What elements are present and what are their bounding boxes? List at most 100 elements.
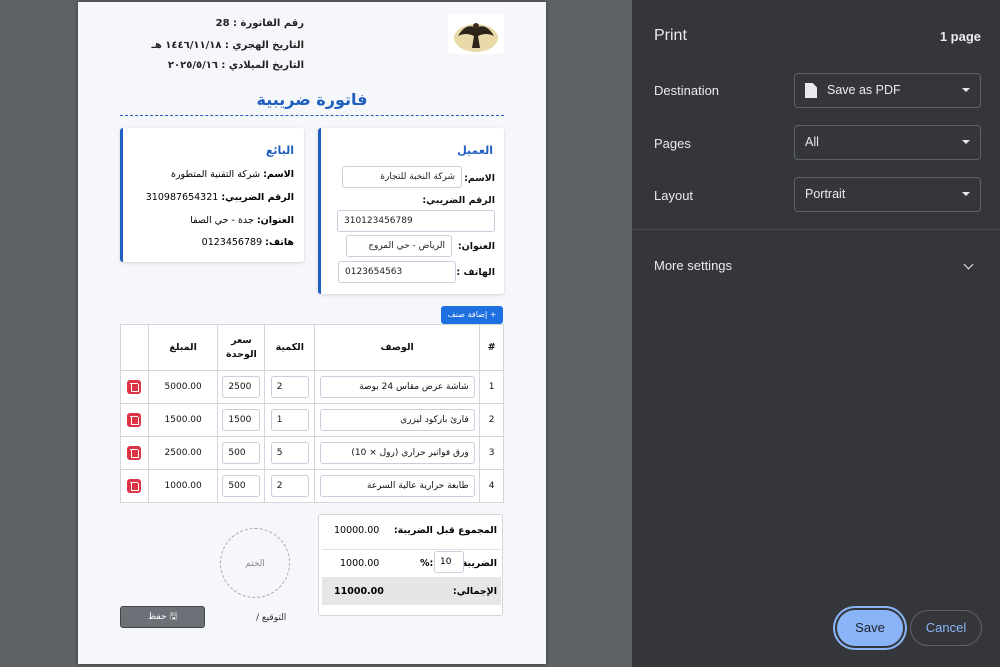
seller-name-value: شركة التقنية المتطورة bbox=[170, 169, 261, 180]
seller-tax-label: الرقم الضريبي: bbox=[221, 192, 294, 203]
qty-header: الكمية bbox=[264, 324, 316, 371]
row-price-cell: 1500 bbox=[217, 403, 266, 437]
layout-select[interactable]: Portrait bbox=[794, 177, 981, 212]
seller-phone-row: هاتف: 0123456789 bbox=[202, 237, 294, 248]
signature-label: التوقيع / bbox=[256, 613, 287, 623]
save-button[interactable]: Save bbox=[837, 610, 903, 646]
row-price-cell: 2500 bbox=[217, 370, 266, 404]
gregorian-date: التاريخ الميلادي : ٢٠٢٥/٥/١٦ bbox=[167, 60, 304, 71]
destination-value: Save as PDF bbox=[827, 83, 901, 97]
price-input[interactable]: 500 bbox=[222, 475, 261, 497]
seller-tax-row: الرقم الضريبي: 310987654321 bbox=[146, 192, 294, 203]
row-price-cell: 500 bbox=[217, 436, 266, 470]
table-row: 5000.00 2500 2 شاشة عرض مقاس 24 بوصة 1 bbox=[120, 370, 504, 404]
items-table: المبلغ سعر الوحدة الكمية الوصف # 5000.00… bbox=[120, 324, 504, 503]
delete-icon[interactable] bbox=[127, 413, 142, 427]
desc-input[interactable]: طابعة حرارية عالية السرعة bbox=[319, 475, 475, 497]
seller-tax-value: 310987654321 bbox=[145, 192, 219, 203]
row-num: 4 bbox=[479, 469, 504, 503]
subtotal-value: 10000.00 bbox=[334, 525, 380, 536]
more-settings-toggle[interactable]: More settings bbox=[654, 258, 732, 273]
chevron-down-icon[interactable] bbox=[963, 259, 974, 270]
destination-label: Destination bbox=[654, 83, 720, 98]
customer-heading: العميل bbox=[457, 144, 493, 157]
desc-input[interactable]: قارئ باركود ليزري bbox=[319, 409, 475, 431]
invoice-title: فاتورة ضريبية bbox=[256, 90, 368, 109]
seller-name-label: الاسم: bbox=[263, 169, 294, 180]
add-item-button[interactable]: + إضافة صنف bbox=[441, 306, 503, 324]
row-qty-cell: 5 bbox=[264, 436, 316, 470]
subtotal-label: المجموع قبل الضريبة: bbox=[393, 525, 497, 536]
file-icon bbox=[805, 83, 817, 98]
sheet-count: 1 page bbox=[939, 29, 981, 44]
row-price-cell: 500 bbox=[217, 469, 266, 503]
totals-box: المجموع قبل الضريبة: 10000.00 الضريبة %:… bbox=[318, 514, 503, 616]
tax-row: الضريبة %: 10 1000.00 bbox=[322, 549, 501, 573]
delete-icon[interactable] bbox=[127, 446, 142, 460]
preview-page: رقم الفاتورة : 28 التاريخ الهجري : ١٤٤٦/… bbox=[78, 2, 546, 664]
pages-label: Pages bbox=[654, 136, 691, 151]
customer-phone-input[interactable]: 0123654563 bbox=[338, 261, 456, 283]
row-actions bbox=[120, 403, 149, 437]
customer-tax-input[interactable]: 310123456789 bbox=[337, 210, 495, 232]
customer-address-input[interactable]: الرياض - حي المروج bbox=[346, 235, 452, 257]
delete-icon[interactable] bbox=[127, 479, 142, 493]
table-row: 2500.00 500 5 ورق فواتير حراري (رول × 10… bbox=[120, 436, 504, 470]
row-qty-cell: 2 bbox=[264, 469, 316, 503]
row-amount: 1000.00 bbox=[147, 469, 219, 503]
qty-input[interactable]: 5 bbox=[270, 442, 309, 464]
panel-divider bbox=[632, 229, 1000, 230]
seller-card: البائع الاسم: شركة التقنية المتطورة الرق… bbox=[120, 128, 304, 262]
destination-select[interactable]: Save as PDF bbox=[794, 73, 981, 108]
customer-name-input[interactable]: شركة النخبة للتجارة bbox=[342, 166, 462, 188]
tax-percent-input[interactable]: 10 bbox=[434, 551, 464, 573]
table-row: 1000.00 500 2 طابعة حرارية عالية السرعة … bbox=[120, 469, 504, 503]
desc-input[interactable]: شاشة عرض مقاس 24 بوصة bbox=[319, 376, 475, 398]
subtotal-row: المجموع قبل الضريبة: 10000.00 bbox=[322, 525, 501, 545]
tax-percent-suffix: %: bbox=[420, 558, 434, 569]
customer-address-label: العنوان: bbox=[457, 241, 495, 252]
seller-name-row: الاسم: شركة التقنية المتطورة bbox=[171, 169, 294, 180]
hijri-date: التاريخ الهجري : ١٤٤٦/١١/١٨ هـ bbox=[151, 40, 304, 51]
table-row: 1500.00 1500 1 قارئ باركود ليزري 2 bbox=[120, 403, 504, 437]
print-title: Print bbox=[654, 27, 687, 44]
company-logo bbox=[448, 14, 504, 54]
print-settings-panel: Print 1 page Destination Save as PDF Pag… bbox=[632, 0, 1000, 667]
row-desc-cell: قارئ باركود ليزري bbox=[314, 403, 481, 437]
row-num: 2 bbox=[479, 403, 504, 437]
qty-input[interactable]: 2 bbox=[270, 376, 309, 398]
price-input[interactable]: 2500 bbox=[222, 376, 261, 398]
amount-header: المبلغ bbox=[147, 324, 219, 371]
delete-icon[interactable] bbox=[127, 380, 142, 394]
customer-name-label: الاسم: bbox=[464, 173, 495, 184]
table-header-row: المبلغ سعر الوحدة الكمية الوصف # bbox=[120, 324, 504, 371]
row-amount: 2500.00 bbox=[147, 436, 219, 470]
grand-total-value: 11000.00 bbox=[334, 586, 384, 597]
price-input[interactable]: 500 bbox=[222, 442, 261, 464]
print-preview-area: رقم الفاتورة : 28 التاريخ الهجري : ١٤٤٦/… bbox=[0, 0, 632, 667]
tax-value: 1000.00 bbox=[340, 558, 380, 569]
row-num: 1 bbox=[479, 370, 504, 404]
qty-input[interactable]: 2 bbox=[270, 475, 309, 497]
customer-card: العميل الاسم: شركة النخبة للتجارة الرقم … bbox=[318, 128, 504, 294]
dropdown-arrow-icon bbox=[962, 140, 970, 144]
qty-input[interactable]: 1 bbox=[270, 409, 309, 431]
row-desc-cell: طابعة حرارية عالية السرعة bbox=[314, 469, 481, 503]
num-header: # bbox=[479, 324, 504, 371]
seller-address-label: العنوان: bbox=[256, 215, 294, 226]
row-actions bbox=[120, 436, 149, 470]
save-icon: 🖫 bbox=[169, 612, 178, 622]
save-invoice-button[interactable]: 🖫 حفظ bbox=[120, 606, 205, 628]
customer-phone-label: الهاتف : bbox=[456, 267, 495, 278]
price-header: سعر الوحدة bbox=[217, 324, 266, 371]
row-num: 3 bbox=[479, 436, 504, 470]
pages-select[interactable]: All bbox=[794, 125, 981, 160]
dropdown-arrow-icon bbox=[962, 192, 970, 196]
price-input[interactable]: 1500 bbox=[222, 409, 261, 431]
customer-tax-label: الرقم الضريبي: bbox=[422, 195, 495, 206]
save-invoice-label: حفظ bbox=[147, 612, 167, 622]
seller-heading: البائع bbox=[265, 144, 294, 157]
cancel-button[interactable]: Cancel bbox=[910, 610, 982, 646]
desc-input[interactable]: ورق فواتير حراري (رول × 10) bbox=[319, 442, 475, 464]
tax-label: الضريبة bbox=[461, 558, 497, 569]
